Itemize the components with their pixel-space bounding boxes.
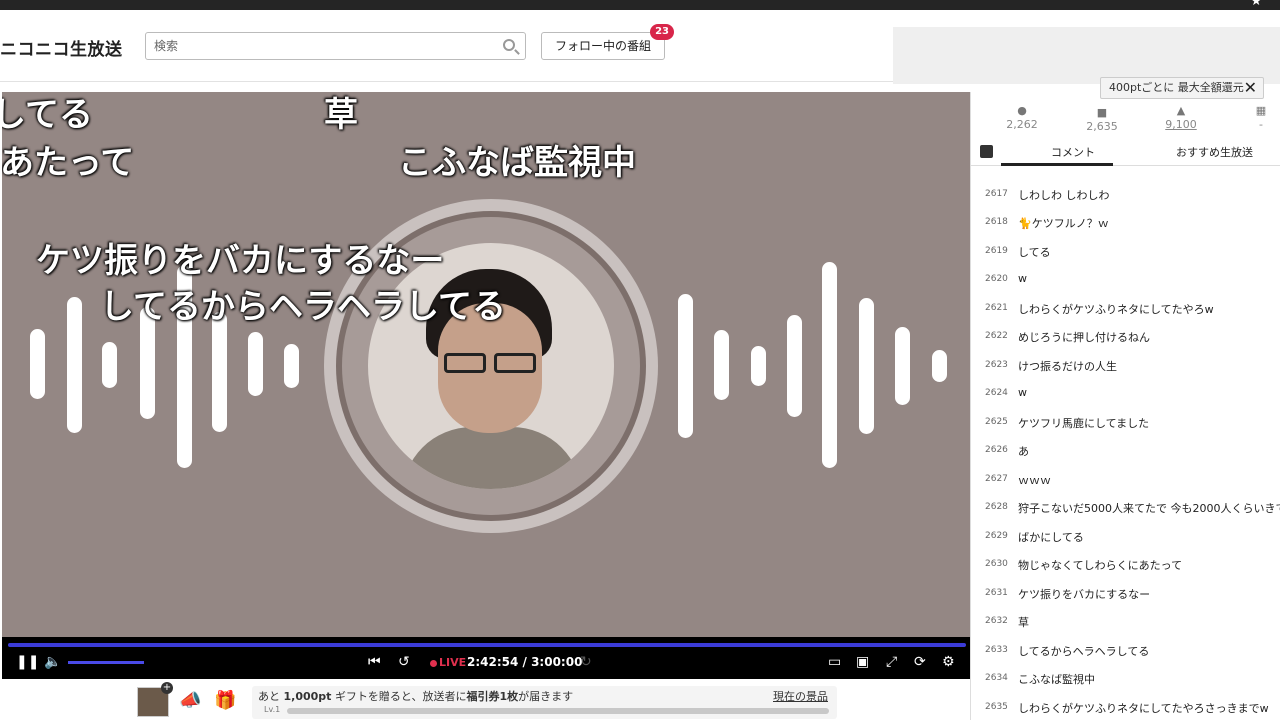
- megaphone-icon: ▲: [1176, 104, 1186, 117]
- tab-comments[interactable]: コメント: [1051, 144, 1095, 160]
- overlay-comment: してる: [2, 95, 93, 135]
- browser-top-strip: ★: [0, 0, 1280, 10]
- site-logo[interactable]: ニコニコ生放送: [0, 35, 123, 60]
- audio-wave-bar: [787, 315, 802, 417]
- gift-small-icon: ▦: [1255, 104, 1267, 117]
- person-icon: ●: [1017, 104, 1027, 117]
- following-count-badge: 23: [650, 24, 674, 40]
- audio-wave-bar: [895, 327, 910, 405]
- advertise-megaphone-icon[interactable]: 📣: [179, 690, 201, 711]
- comment-row[interactable]: 2635 しわらくがケツふりネタにしてたやろさっきまでw: [971, 694, 1280, 720]
- comment-row[interactable]: 2622 めじろうに押し付けるねん: [971, 323, 1280, 351]
- audio-wave-bar: [859, 298, 874, 434]
- overlay-comment: してるからヘラヘラしてる: [100, 287, 506, 327]
- star-icon[interactable]: ★: [1250, 0, 1262, 9]
- rewind-icon[interactable]: ⏮: [368, 654, 381, 670]
- skip-forward-icon[interactable]: ↻: [580, 654, 592, 670]
- comment-row[interactable]: 2621 しわらくがケツふりネタにしてたやろw: [971, 295, 1280, 323]
- playback-time: 2:42:54 / 3:00:00: [467, 655, 583, 669]
- skip-back-icon[interactable]: ↺: [398, 654, 410, 670]
- audio-wave-bar: [102, 342, 117, 388]
- gift-points: ▦ -: [1231, 104, 1280, 131]
- seek-bar[interactable]: [8, 643, 966, 647]
- live-label: LIVE: [439, 656, 467, 669]
- comment-row[interactable]: 2633 してるからヘラヘラしてる: [971, 637, 1280, 665]
- site-header: ニコニコ生放送 フォロー中の番組 23: [0, 10, 1280, 84]
- tab-recommended[interactable]: おすすめ生放送: [1176, 144, 1253, 160]
- overlay-comment: こふなば監視中: [398, 143, 636, 183]
- settings-gear-icon[interactable]: ⚙: [942, 654, 955, 670]
- gift-icon[interactable]: 🎁: [214, 690, 236, 711]
- audio-wave-bar: [822, 262, 837, 468]
- comment-row[interactable]: 2623 けつ振るだけの人生: [971, 352, 1280, 380]
- comment-icon: ■: [1096, 106, 1108, 119]
- audio-wave-bar: [248, 332, 263, 396]
- gift-area: + 📣 🎁 あと 1,000pt ギフトを贈ると、放送者に福引券1枚が届きます …: [0, 680, 970, 720]
- comment-row[interactable]: 2629 ばかにしてる: [971, 523, 1280, 551]
- gift-progress-box: あと 1,000pt ギフトを贈ると、放送者に福引券1枚が届きます Lv.1 現…: [252, 686, 837, 719]
- search-input[interactable]: [146, 33, 486, 59]
- video-player[interactable]: してる 草 あたって こふなば監視中 ケツ振りをバカにするなー してるからヘラヘ…: [2, 92, 970, 637]
- gift-progress-bar: [287, 708, 829, 714]
- comment-row[interactable]: 2617 しわしわ しわしわ: [971, 181, 1280, 209]
- fullscreen-icon[interactable]: ⤢: [886, 654, 897, 670]
- player-controls: ❚❚ 🔈 ⏮ ↺ LIVE 2:42:54 / 3:00:00 ↻ ▭ ▣ ⤢ …: [2, 637, 970, 679]
- audio-wave-bar: [751, 346, 766, 386]
- ad-points[interactable]: ▲ 9,100: [1151, 104, 1211, 131]
- audio-wave-bar: [932, 350, 947, 382]
- comment-row[interactable]: 2632 草: [971, 608, 1280, 636]
- overlay-comment: 草: [324, 95, 358, 135]
- comment-row[interactable]: 2626 あ: [971, 437, 1280, 465]
- overlay-comment: ケツ振りをバカにするなー: [36, 241, 445, 281]
- level-label: Lv.1: [264, 705, 281, 714]
- viewer-count: ● 2,262: [992, 104, 1052, 131]
- comment-row[interactable]: 2634 こふなば監視中: [971, 665, 1280, 693]
- overlay-comment: あたって: [2, 143, 135, 183]
- following-programs-button[interactable]: フォロー中の番組 23: [541, 24, 674, 60]
- stats-bar: ● 2,262 ■ 2,635 ▲ 9,100 ▦ -: [971, 100, 1280, 140]
- audio-wave-bar: [30, 329, 45, 399]
- comment-row[interactable]: 2630 物じゃなくてしわらくにあたって: [971, 551, 1280, 579]
- comment-row[interactable]: 2618 🐈ケツフルノ？ｗ: [971, 209, 1280, 237]
- live-indicator-dot: [430, 660, 437, 667]
- comment-settings-icon[interactable]: [980, 145, 993, 158]
- ad-banner: [893, 27, 1280, 84]
- search-box[interactable]: [145, 32, 526, 60]
- panel-tabs: コメント おすすめ生放送: [971, 140, 1280, 166]
- close-icon[interactable]: ✕: [1244, 78, 1257, 98]
- theater-mode-icon[interactable]: ▣: [856, 654, 869, 670]
- following-programs-label: フォロー中の番組: [554, 39, 651, 53]
- comment-toggle-icon[interactable]: ▭: [828, 654, 841, 670]
- current-prize-link[interactable]: 現在の景品: [773, 688, 828, 704]
- comment-row[interactable]: 2624 w: [971, 380, 1280, 408]
- gift-tooltip: 400ptごとに 最大全額還元 ✕: [1100, 77, 1264, 99]
- search-icon[interactable]: [503, 39, 515, 51]
- comment-row[interactable]: 2631 ケツ振りをバカにするなー: [971, 580, 1280, 608]
- comment-row[interactable]: 2619 してる: [971, 238, 1280, 266]
- audio-wave-bar: [284, 344, 299, 388]
- volume-slider[interactable]: [68, 661, 144, 664]
- comment-list[interactable]: 2617 しわしわ しわしわ 2618 🐈ケツフルノ？ｗ 2619 してる 2620 w…: [971, 166, 1280, 720]
- comment-panel: ● 2,262 ■ 2,635 ▲ 9,100 ▦ - コメント おすすめ生放送…: [970, 92, 1280, 720]
- reload-icon[interactable]: ⟳: [914, 654, 926, 670]
- volume-icon[interactable]: 🔈: [44, 654, 61, 670]
- plus-icon[interactable]: +: [161, 682, 173, 694]
- comment-count: ■ 2,635: [1072, 106, 1132, 133]
- audio-wave-bar: [714, 330, 729, 400]
- comment-row[interactable]: 2620 w: [971, 266, 1280, 294]
- comment-row[interactable]: 2628 狩子こないだ5000人来てたで 今も2000人くらいきて: [971, 494, 1280, 522]
- comment-row[interactable]: 2625 ケツフリ馬鹿にしてました: [971, 409, 1280, 437]
- audio-wave-bar: [212, 312, 227, 432]
- pause-icon[interactable]: ❚❚: [16, 654, 39, 670]
- comment-row[interactable]: 2627 ｗｗｗ: [971, 466, 1280, 494]
- audio-wave-bar: [67, 297, 82, 433]
- gift-tooltip-text: 400ptごとに 最大全額還元: [1109, 81, 1244, 94]
- gift-message: あと 1,000pt ギフトを贈ると、放送者に福引券1枚が届きます: [258, 690, 574, 703]
- audio-wave-bar: [678, 294, 693, 438]
